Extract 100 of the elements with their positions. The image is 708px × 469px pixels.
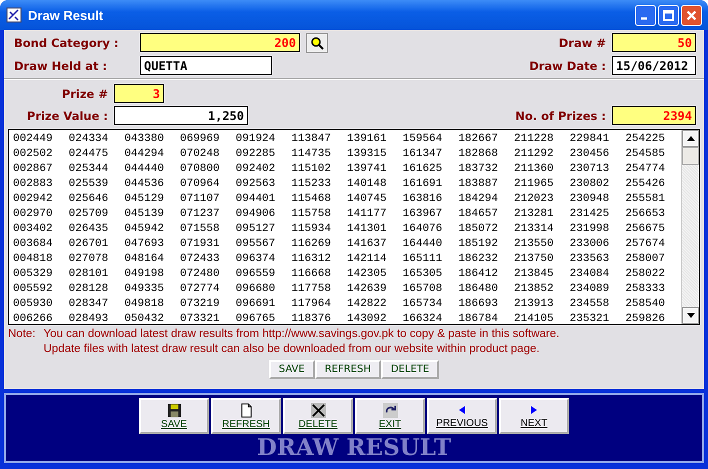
prize-number: 185072: [458, 222, 499, 237]
field-label: Draw Date :: [529, 58, 606, 72]
field-label: Draw Held at :: [14, 58, 108, 72]
prize-number: 116269: [291, 237, 332, 252]
list-action-button[interactable]: SAVE: [268, 360, 315, 379]
prize-number: 141301: [347, 222, 388, 237]
prize-number: 259826: [625, 312, 666, 327]
next-button[interactable]: NEXT: [499, 398, 569, 434]
scroll-up-button[interactable]: [682, 130, 699, 147]
prize-number: 230948: [570, 192, 610, 207]
exit-button[interactable]: EXIT: [355, 398, 425, 434]
prize-number: 165708: [402, 282, 444, 297]
prize-number: 234084: [570, 267, 610, 282]
prize-number: 096680: [236, 282, 276, 297]
prize-number: 161691: [402, 177, 444, 192]
prize-number: 254225: [625, 132, 666, 147]
prize-number: 183732: [458, 162, 499, 177]
prize-number: 184294: [458, 192, 499, 207]
prize-number: 258007: [625, 252, 666, 267]
prize-number: 002970: [13, 207, 54, 222]
list-action-button[interactable]: REFRESH: [314, 360, 381, 379]
scroll-down-button[interactable]: [682, 307, 699, 324]
prize-number: 114735: [291, 147, 332, 162]
field-label: Draw #: [558, 36, 606, 50]
prize-number: 115934: [291, 222, 332, 237]
prize-number-field[interactable]: 3: [114, 84, 164, 103]
results-list[interactable]: [8, 129, 700, 325]
prize-number: 096559: [236, 267, 276, 282]
prize-number: 094401: [236, 192, 276, 207]
scroll-thumb[interactable]: [682, 147, 699, 165]
prize-number: 233563: [570, 252, 610, 267]
bond-category-field[interactable]: 200: [140, 33, 300, 52]
save-button[interactable]: SAVE: [139, 398, 209, 434]
prize-number: 142114: [347, 252, 388, 267]
delete-button[interactable]: DELETE: [283, 398, 353, 434]
prize-number: 072480: [180, 267, 221, 282]
prize-number: 230713: [570, 162, 610, 177]
prize-number: 229841: [570, 132, 610, 147]
prize-number: 231425: [570, 207, 610, 222]
prize-number: 073321: [180, 312, 221, 327]
previous-button[interactable]: PREVIOUS: [427, 398, 497, 434]
prize-number: 258333: [625, 282, 666, 297]
prize-number: 113847: [291, 132, 332, 147]
exit-icon: [382, 402, 398, 418]
prize-number: 159564: [402, 132, 444, 147]
prize-number: 002867: [13, 162, 54, 177]
prize-number: 186412: [458, 267, 499, 282]
prize-number: 184657: [458, 207, 499, 222]
scrollbar[interactable]: [681, 130, 699, 324]
prize-number: 003684: [13, 237, 54, 252]
prize-number: 070800: [180, 162, 221, 177]
prize-number: 002883: [13, 177, 54, 192]
prize-number: 142639: [347, 282, 388, 297]
prize-number: 002449: [13, 132, 54, 147]
minimize-button[interactable]: [635, 4, 656, 26]
prize-number: 230802: [570, 177, 610, 192]
prize-number: 025539: [68, 177, 110, 192]
prize-number: 211228: [514, 132, 555, 147]
draw-number-field[interactable]: 50: [612, 33, 696, 52]
prize-value-field[interactable]: 1,250: [114, 106, 248, 125]
prize-number: 116312: [291, 252, 332, 267]
prize-number: 003402: [13, 222, 54, 237]
number-of-prizes-field[interactable]: 2394: [612, 106, 696, 125]
page-icon: [238, 402, 254, 418]
prize-number: 044440: [124, 162, 165, 177]
prize-number: 095127: [236, 222, 276, 237]
prize-number: 028101: [68, 267, 110, 282]
prize-number: 186784: [458, 312, 499, 327]
prize-number: 213750: [514, 252, 555, 267]
prize-number: 091924: [236, 132, 276, 147]
prize-number: 048164: [124, 252, 165, 267]
prize-number: 116668: [291, 267, 332, 282]
prize-number: 049198: [124, 267, 165, 282]
prize-number: 213314: [514, 222, 555, 237]
prize-number: 231998: [570, 222, 610, 237]
prize-number: 164076: [402, 222, 444, 237]
prize-number: 117758: [291, 282, 332, 297]
list-action-button[interactable]: DELETE: [380, 360, 440, 379]
down-arrow-icon: [686, 313, 694, 318]
field-label: No. of Prizes :: [515, 108, 606, 122]
prize-number: 005592: [13, 282, 54, 297]
maximize-icon: [662, 8, 675, 22]
close-button[interactable]: [681, 4, 702, 26]
prize-number: 182667: [458, 132, 499, 147]
prize-number: 183887: [458, 177, 499, 192]
prize-number: 071107: [180, 192, 221, 207]
prize-number: 234558: [570, 297, 610, 312]
maximize-button[interactable]: [658, 4, 679, 26]
refresh-button[interactable]: REFRESH: [211, 398, 281, 434]
prize-number: 165111: [402, 252, 444, 267]
draw-date-field[interactable]: 15/06/2012: [612, 56, 696, 75]
prize-number: 211292: [514, 147, 555, 162]
field-label: Prize #: [60, 86, 108, 100]
prize-number: 070248: [180, 147, 221, 162]
prize-number: 006266: [13, 312, 54, 327]
prize-number: 025646: [68, 192, 110, 207]
prize-number: 005930: [13, 297, 54, 312]
draw-held-at-field[interactable]: QUETTA: [140, 56, 272, 75]
search-button[interactable]: [306, 32, 328, 52]
prize-number: 071931: [180, 237, 221, 252]
